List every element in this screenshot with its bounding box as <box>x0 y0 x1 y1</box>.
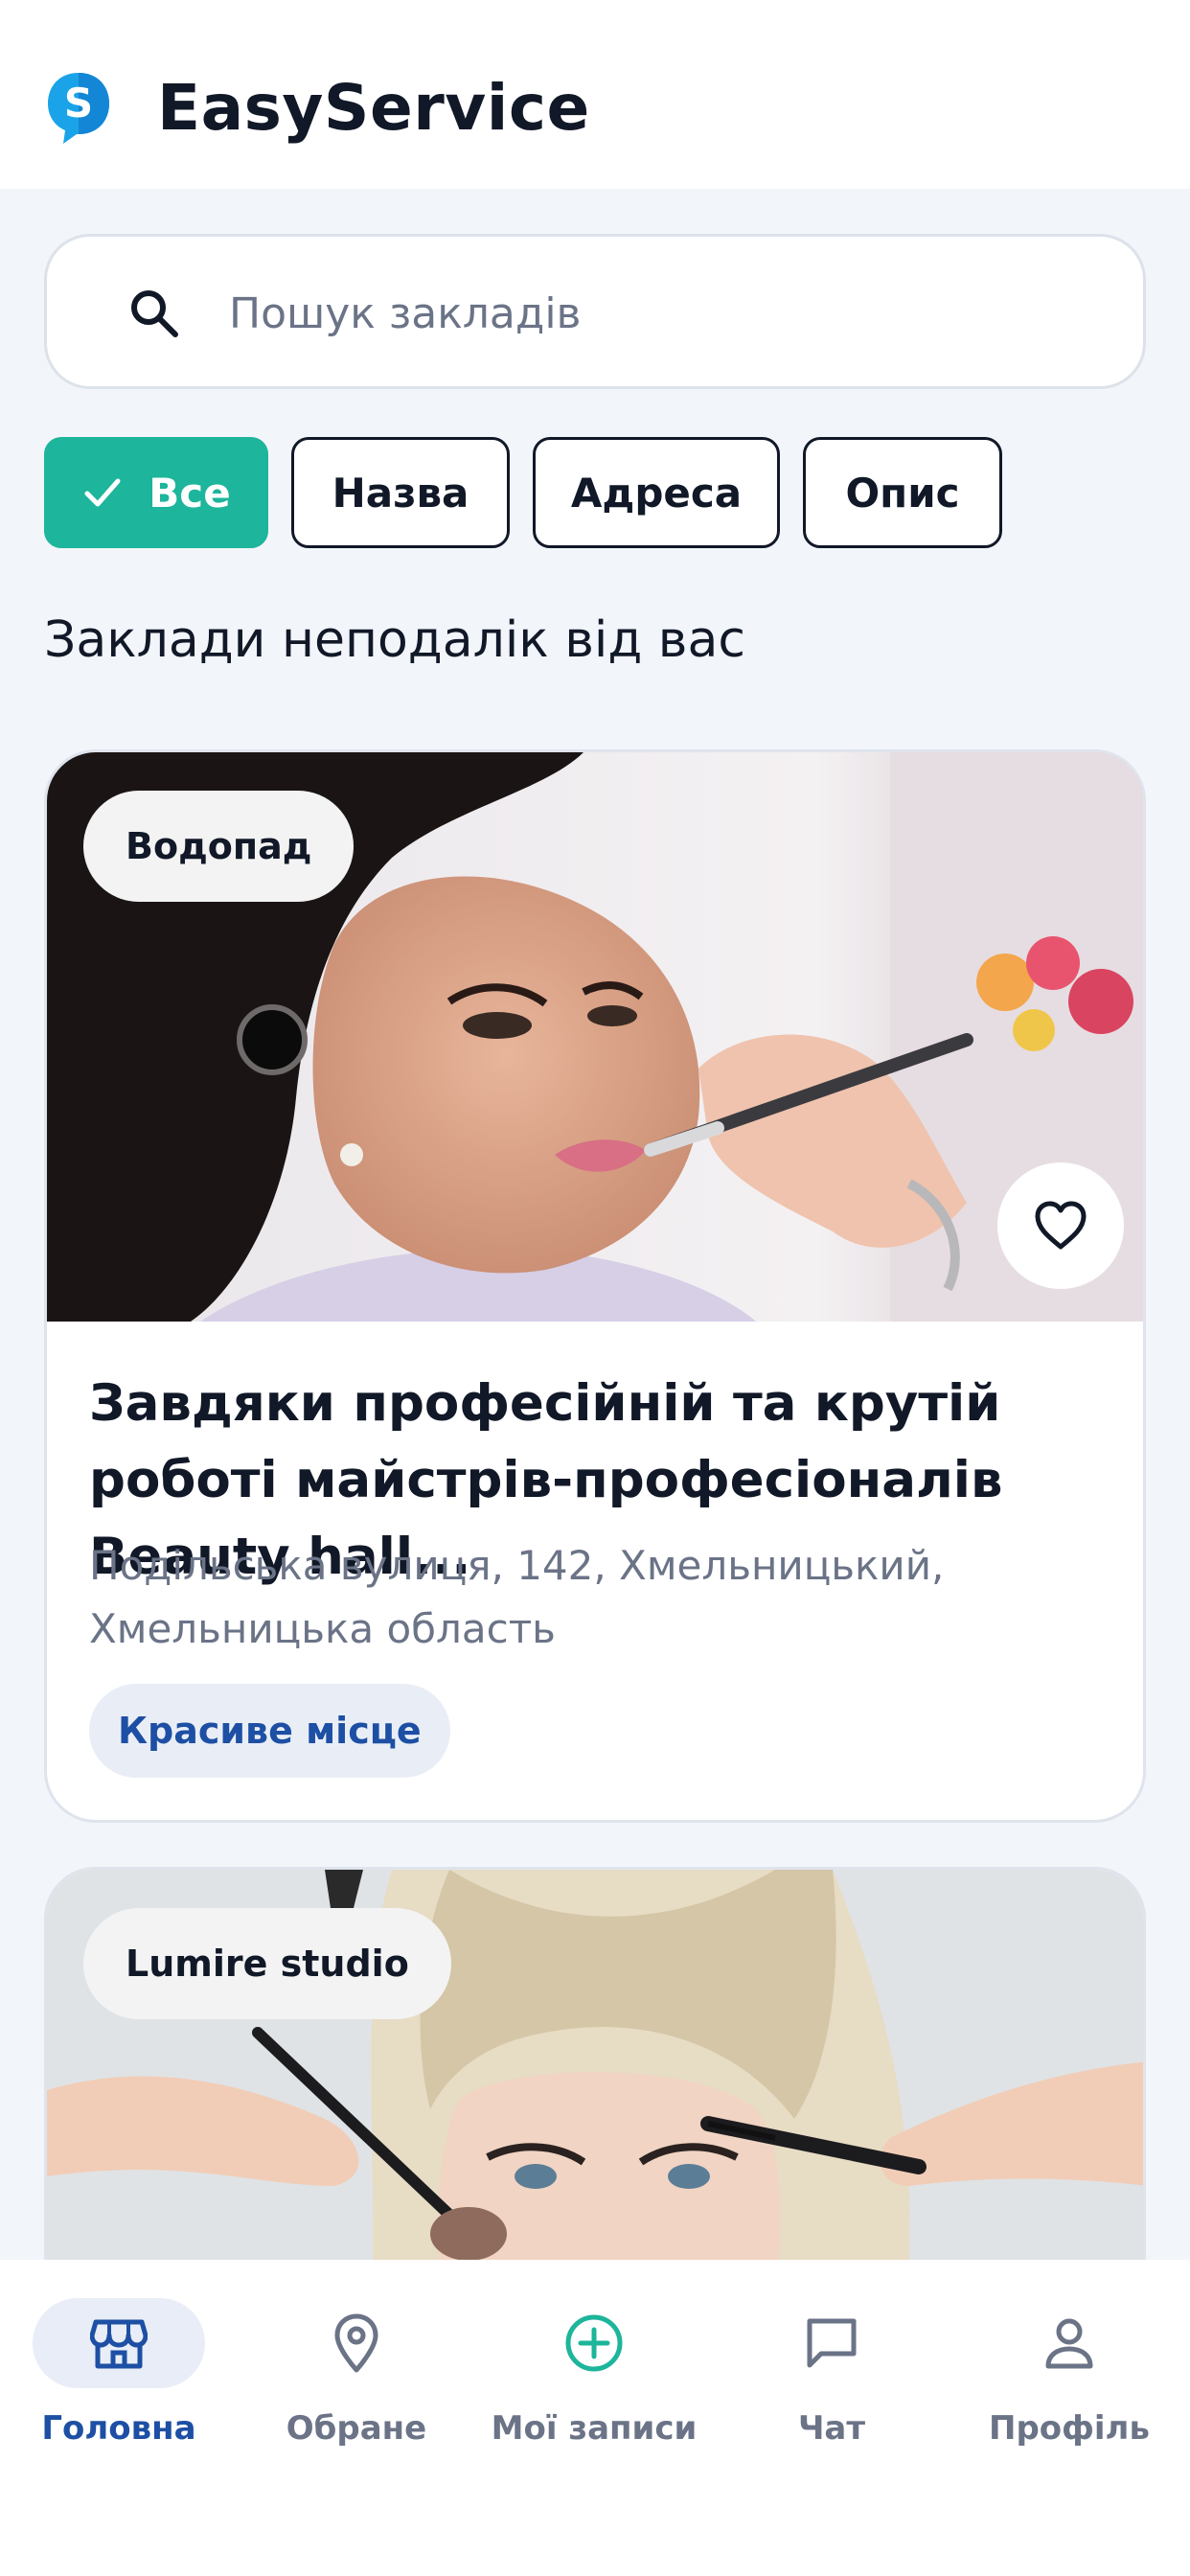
nav-icon-container <box>983 2298 1156 2388</box>
svg-text:S: S <box>64 80 93 126</box>
search-input[interactable] <box>229 275 1091 352</box>
location-pin-icon <box>334 2313 378 2373</box>
filter-chip-label: Все <box>149 469 231 517</box>
search-icon <box>131 290 178 337</box>
nav-icon-container <box>33 2298 205 2388</box>
venue-address: Подільська вулиця, 142, Хмельницький, Хм… <box>89 1542 945 1652</box>
nav-label: Обране <box>286 2409 427 2448</box>
filter-chip-all[interactable]: Все <box>44 437 268 548</box>
check-icon <box>84 478 121 507</box>
app-title: EasyService <box>157 71 590 145</box>
nav-icon-container <box>270 2298 443 2388</box>
filter-chip-label: Адреса <box>570 469 743 517</box>
heart-outline-icon <box>1035 1201 1087 1250</box>
nav-label: Профіль <box>989 2409 1150 2448</box>
nav-item-favorites[interactable]: Обране <box>238 2298 475 2490</box>
filter-chip-name[interactable]: Назва <box>291 437 510 548</box>
nav-item-profile[interactable]: Профіль <box>950 2298 1188 2490</box>
filter-chip-label: Опис <box>845 469 960 517</box>
favorite-button[interactable] <box>997 1162 1124 1289</box>
venue-photo: Водопад <box>47 752 1143 1322</box>
nav-label: Мої записи <box>491 2409 698 2448</box>
user-icon <box>1045 2318 1093 2369</box>
section-title: Заклади неподалік від вас <box>44 611 745 669</box>
app-header: S EasyService <box>0 0 1190 189</box>
nav-icon-container <box>745 2298 918 2388</box>
nav-item-chat[interactable]: Чат <box>713 2298 950 2490</box>
venue-tag: Красиве місце <box>89 1684 450 1778</box>
nav-label: Головна <box>41 2409 196 2448</box>
filter-chip-description[interactable]: Опис <box>803 437 1002 548</box>
store-icon <box>90 2319 148 2369</box>
nav-label: Чат <box>797 2409 866 2448</box>
filter-chip-address[interactable]: Адреса <box>533 437 780 548</box>
plus-circle-icon <box>565 2314 623 2372</box>
nav-icon-container <box>508 2298 680 2388</box>
search-bar[interactable] <box>44 234 1146 389</box>
chat-icon <box>807 2318 857 2368</box>
bottom-navigation: Головна Обране Мої записи Чат Профіль <box>0 2260 1190 2576</box>
venue-card[interactable]: Водопад Завдяки професійній та крутій ро… <box>44 749 1146 1823</box>
nav-item-my-bookings[interactable]: Мої записи <box>475 2298 713 2490</box>
filter-chip-label: Назва <box>332 469 469 517</box>
app-logo-icon: S <box>48 73 109 144</box>
nav-item-home[interactable]: Головна <box>0 2298 238 2490</box>
venue-name-badge: Водопад <box>83 791 355 902</box>
venue-name-badge: Lumire studio <box>83 1908 451 2019</box>
